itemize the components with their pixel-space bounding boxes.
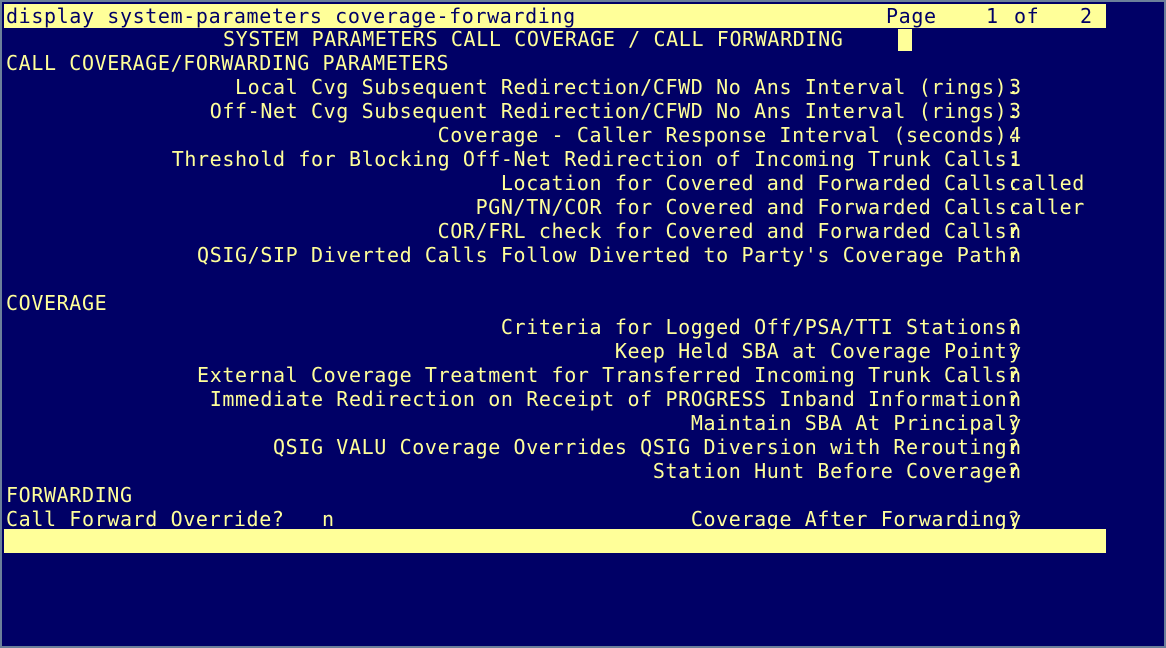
field-value-caller-response-interval[interactable]: 4 <box>1009 123 1022 147</box>
field-label-call-forward-override: Call Forward Override? <box>6 507 285 531</box>
section-heading-call-coverage-forwarding: CALL COVERAGE/FORWARDING PARAMETERS <box>6 51 450 75</box>
field-value-location-covered-forwarded[interactable]: called <box>1009 171 1085 195</box>
page-label: Page <box>886 4 937 28</box>
field-label-coverage-after-forwarding: Coverage After Forwarding? <box>690 507 1020 531</box>
field-value-pgn-tn-cor[interactable]: caller <box>1009 195 1085 219</box>
screen-title: SYSTEM PARAMETERS CALL COVERAGE / CALL F… <box>223 27 844 51</box>
field-label-pgn-tn-cor: PGN/TN/COR for Covered and Forwarded Cal… <box>475 195 1020 219</box>
field-value-cor-frl-check[interactable]: n <box>1009 219 1022 243</box>
field-value-local-cvg-interval[interactable]: 3 <box>1009 75 1022 99</box>
page-of: of <box>1014 4 1040 28</box>
field-value-logged-off-criteria[interactable]: n <box>1009 315 1022 339</box>
field-label-qsig-valu-coverage: QSIG VALU Coverage Overrides QSIG Divers… <box>273 435 1020 459</box>
field-label-offnet-cvg-interval: Off-Net Cvg Subsequent Redirection/CFWD … <box>209 99 1020 123</box>
field-value-station-hunt[interactable]: n <box>1009 459 1022 483</box>
field-value-qsig-sip-diverted[interactable]: n <box>1009 243 1022 267</box>
section-heading-forwarding: FORWARDING <box>6 483 133 507</box>
field-label-caller-response-interval: Coverage - Caller Response Interval (sec… <box>437 123 1020 147</box>
field-value-keep-held-sba[interactable]: y <box>1009 339 1022 363</box>
field-label-external-coverage-treatment: External Coverage Treatment for Transfer… <box>197 363 1020 387</box>
field-value-blocking-threshold[interactable]: 1 <box>1009 147 1022 171</box>
page-current: 1 <box>986 4 999 28</box>
field-value-qsig-valu-coverage[interactable]: n <box>1009 435 1022 459</box>
field-value-offnet-cvg-interval[interactable]: 3 <box>1009 99 1022 123</box>
field-label-maintain-sba: Maintain SBA At Principal? <box>690 411 1020 435</box>
terminal-screen[interactable]: display system-parameters coverage-forwa… <box>0 0 1166 648</box>
page-total: 2 <box>1080 4 1093 28</box>
field-label-keep-held-sba: Keep Held SBA at Coverage Point? <box>614 339 1020 363</box>
field-value-coverage-after-forwarding[interactable]: y <box>1009 507 1022 531</box>
message-bar <box>4 529 1106 553</box>
command-text: display system-parameters coverage-forwa… <box>6 4 576 28</box>
field-label-local-cvg-interval: Local Cvg Subsequent Redirection/CFWD No… <box>235 75 1020 99</box>
field-value-maintain-sba[interactable]: y <box>1009 411 1022 435</box>
field-label-location-covered-forwarded: Location for Covered and Forwarded Calls… <box>500 171 1020 195</box>
field-value-immediate-redirection[interactable]: n <box>1009 387 1022 411</box>
field-label-immediate-redirection: Immediate Redirection on Receipt of PROG… <box>209 387 1020 411</box>
command-bar: display system-parameters coverage-forwa… <box>4 4 1106 28</box>
field-value-call-forward-override[interactable]: n <box>322 507 335 531</box>
field-label-qsig-sip-diverted: QSIG/SIP Diverted Calls Follow Diverted … <box>197 243 1020 267</box>
field-label-cor-frl-check: COR/FRL check for Covered and Forwarded … <box>437 219 1020 243</box>
field-label-blocking-threshold: Threshold for Blocking Off-Net Redirecti… <box>171 147 1020 171</box>
field-value-external-coverage-treatment[interactable]: n <box>1009 363 1022 387</box>
field-label-logged-off-criteria: Criteria for Logged Off/PSA/TTI Stations… <box>500 315 1020 339</box>
section-heading-coverage: COVERAGE <box>6 291 108 315</box>
text-cursor <box>898 29 912 51</box>
field-label-station-hunt: Station Hunt Before Coverage? <box>652 459 1020 483</box>
